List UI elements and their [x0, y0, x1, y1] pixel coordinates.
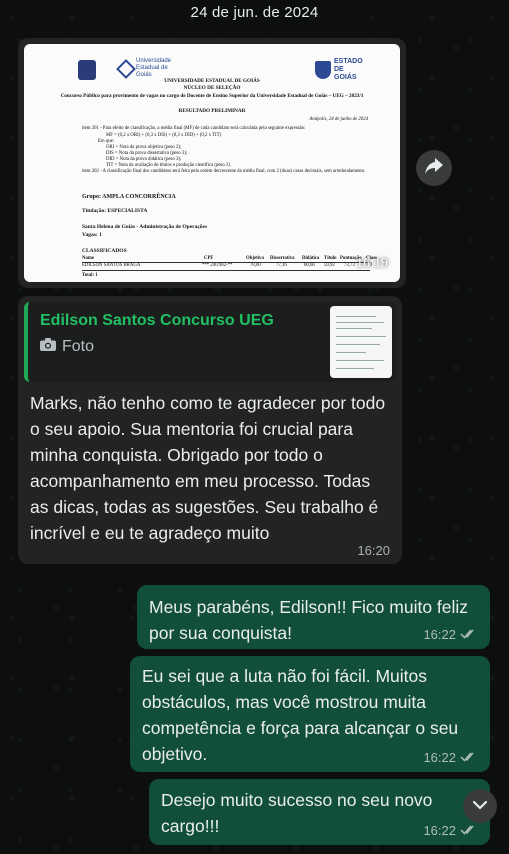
scroll-to-bottom-button[interactable] [463, 789, 497, 823]
double-check-icon [460, 627, 478, 642]
date-separator: 24 de jun. de 2024 [190, 4, 319, 21]
outgoing-message[interactable]: Meus parabéns, Edilson!! Fico muito feli… [137, 585, 490, 649]
outgoing-message[interactable]: Eu sei que a luta não foi fácil. Muitos … [130, 656, 490, 772]
doc-classificados: CLASSIFICADOS [82, 248, 127, 254]
doc-total: Total: 1 [82, 273, 98, 278]
message-time: 16:20 [357, 543, 390, 558]
doc-place-date: Anápolis, 24 de junho de 2024 [309, 117, 368, 122]
message-time: 16:19 [356, 256, 388, 271]
message-status: 16:22 [423, 750, 478, 765]
doc-cargo: Santa Helena de Goiás - Administração de… [82, 224, 208, 230]
double-check-icon [460, 823, 478, 838]
message-status: 16:22 [423, 627, 478, 642]
td-dissertativa: 77,16 [276, 263, 287, 268]
institution-seal-logo [78, 60, 96, 80]
td-cpf: ***.240.982-** [202, 263, 233, 268]
doc-grupo: Grupo: AMPLA CONCORRÊNCIA [82, 194, 176, 200]
ueg-logo: Universidade Estadual de Goiás [116, 58, 180, 79]
td-objetiva: 70,00 [250, 263, 261, 268]
doc-header-2: NÚCLEO DE SELEÇÃO [183, 85, 241, 91]
td-pontuacao: 73,73 [344, 263, 355, 268]
td-nome: EDILSON SANTOS BRAGA [82, 263, 141, 268]
reply-message[interactable]: Edilson Santos Concurso UEG Foto Marks, … [18, 296, 402, 564]
image-message[interactable]: Universidade Estadual de Goiás ESTADO DE… [18, 38, 406, 288]
document-image[interactable]: Universidade Estadual de Goiás ESTADO DE… [24, 44, 400, 282]
forward-button[interactable] [416, 150, 452, 186]
message-time: 16:22 [423, 627, 456, 642]
doc-titulacao: Titulação: ESPECIALISTA [82, 208, 148, 214]
outgoing-message[interactable]: Desejo muito sucesso no seu novo cargo!!… [149, 779, 490, 845]
message-status: 16:22 [423, 823, 478, 838]
doc-header-1: UNIVERSIDADE ESTADUAL DE GOIÁS [164, 78, 260, 84]
doc-item-202: item 202 - A classificação final dos can… [82, 169, 366, 174]
goias-logo-mark [315, 61, 331, 79]
share-forward-icon [424, 157, 444, 180]
doc-result-title: RESULTADO PRELIMINAR [178, 108, 246, 114]
chevron-down-icon [472, 797, 488, 815]
doc-formula: MF = (0,2 x ORI) + (0,3 x DIS) + (0,3 x … [106, 133, 222, 138]
quote-author: Edilson Santos Concurso UEG [40, 312, 274, 329]
doc-vagas: Vagas: 1 [82, 232, 102, 238]
quote-type: Foto [40, 338, 306, 356]
quoted-message[interactable]: Edilson Santos Concurso UEG Foto [24, 302, 396, 382]
message-time: 16:22 [423, 750, 456, 765]
table-rule-bottom [82, 270, 370, 271]
ueg-logo-text: Universidade Estadual de Goiás [136, 58, 172, 78]
ueg-logo-mark [116, 58, 136, 79]
message-text: Marks, não tenho como te agradecer por t… [30, 393, 386, 543]
quote-thumbnail [330, 306, 392, 378]
doc-item-201: item 201 - Para efeito de classificação,… [82, 126, 306, 131]
quote-type-label: Foto [62, 338, 95, 355]
double-check-icon [460, 750, 478, 765]
td-titulo: 59,92 [324, 263, 335, 268]
td-didatica: 80,66 [304, 263, 315, 268]
message-time: 16:22 [423, 823, 456, 838]
camera-icon [40, 338, 56, 356]
doc-subtitle: Concurso Público para provimento de vaga… [60, 93, 364, 99]
